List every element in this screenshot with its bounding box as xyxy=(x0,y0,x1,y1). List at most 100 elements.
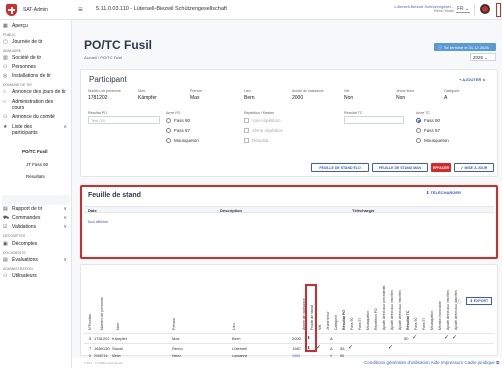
cell-annee: 1987 xyxy=(292,346,301,351)
th-resultat-po: Résultat PO xyxy=(342,310,346,330)
th-repetition-po: Répétition PO xyxy=(374,308,378,330)
sidebar-item-personnes[interactable]: ⚇ Personnes xyxy=(3,64,69,70)
sidebar-item-evaluations[interactable]: ▤ Évaluations ∨ xyxy=(3,257,69,263)
radio-po-fass57[interactable]: Fass 57 xyxy=(166,128,190,133)
cell-annee: 2000 xyxy=(292,336,301,341)
check-icon: ✓ xyxy=(412,335,418,341)
th-po-mousqueton: Mousqueton xyxy=(366,310,370,330)
col-telecharger: Télécharger xyxy=(352,208,375,213)
th-po-fass90: Fass 90 xyxy=(350,317,354,330)
participant-title: Participant xyxy=(89,75,127,84)
radio-po-mousqueton[interactable]: Mousqueton xyxy=(166,138,199,143)
avatar[interactable] xyxy=(480,4,490,14)
sidebar-section-admin: ADMINISTRATION xyxy=(3,267,33,271)
radio-tc-mousqueton[interactable]: Mousqueton xyxy=(416,138,449,143)
cell-categorie: A xyxy=(330,346,333,351)
sidebar-item-commandes[interactable]: ⛟ Commandes ∨ xyxy=(3,215,69,222)
sidebar-item-validations[interactable]: ☑ Validations ∨ xyxy=(3,224,69,230)
people-icon: ⚇ xyxy=(3,273,8,279)
label-categorie: Catégorie xyxy=(444,89,460,93)
feuille-stand-man-button[interactable]: FEUILLE DE STAND MAN xyxy=(372,163,428,172)
sidebar-subitem-jt-fass[interactable]: JT Fass 90 xyxy=(26,162,48,167)
document-icon: ▤ xyxy=(3,257,8,263)
th-jeune: Jeune tireur xyxy=(326,311,330,330)
invoice-icon: ▣ xyxy=(3,241,8,247)
sidebar-item-utilisateurs[interactable]: ⚇ Utilisateurs xyxy=(3,273,69,279)
sidebar-item-decomptes[interactable]: ▣ Décomptes xyxy=(3,241,69,247)
footer-links[interactable]: Conditions générales d'utilisation Aide … xyxy=(364,360,499,365)
sidebar-item-apercu[interactable]: ▦ Aperçu xyxy=(3,23,69,29)
check-icon: ✓ xyxy=(444,335,450,341)
checkbox-voie-repetition[interactable]: Voie répétition xyxy=(244,118,281,123)
user-context[interactable]: Lütersell-Biezwil Schützengesel... Remo S… xyxy=(382,4,454,14)
context-breadcrumb: 5.11.0.03.110 - Lütersell-Biezwil Schütz… xyxy=(96,6,227,12)
cell-prenom: Heinz xyxy=(172,354,181,358)
radio-tc-fass90[interactable]: Fass 90 xyxy=(416,118,440,123)
add-participant-button[interactable]: + AJOUTER ∧ xyxy=(459,77,485,82)
sidebar-section-annuaire: ANNUAIRE xyxy=(3,49,22,53)
highlight-column-frame xyxy=(305,284,317,352)
sidebar: ▦ Aperçu PUBLIC ▢ Journée de tir ANNUAIRE … xyxy=(0,20,72,368)
circle-icon: ○ xyxy=(3,99,7,105)
menu-icon[interactable]: ≡ xyxy=(78,5,83,14)
th-position: N°Position xyxy=(88,313,92,330)
app-title: SAT-Admin xyxy=(23,7,48,13)
radio-tc-fass57[interactable]: Fass 57 xyxy=(416,128,440,133)
sidebar-subitem-resultats[interactable]: Résultats xyxy=(26,174,45,179)
divider xyxy=(474,4,475,16)
th-lieu: Lieu xyxy=(232,323,236,330)
label-arme-tc: Arme TC xyxy=(416,111,430,115)
value-prenom: Max xyxy=(190,95,200,101)
label-annee: Année de naissance xyxy=(292,89,324,93)
resultat-po-input[interactable]: Test 0/0 xyxy=(88,116,160,124)
check-square-icon: ☑ xyxy=(3,224,8,230)
sidebar-item-annonce-comite[interactable]: ⚇ Annonce du comité xyxy=(3,114,69,120)
download-button[interactable]: ⬇ TÉLÉCHARGER xyxy=(426,190,461,195)
cell-lieu: Lausanne xyxy=(232,354,248,358)
effacer-button[interactable]: EFFACER xyxy=(431,163,451,172)
cell-prenom: Remo xyxy=(172,346,183,351)
checkbox-resultat[interactable]: Résultat xyxy=(244,138,269,143)
sidebar-item-admin-cours[interactable]: ○ Administration des cours xyxy=(3,99,69,111)
show-all-link[interactable]: Tout afficher xyxy=(87,219,109,224)
th-tc-fass90: Fass 90 xyxy=(414,317,418,330)
sidebar-item-journal[interactable]: ▢ Journée de tir xyxy=(3,39,69,45)
cell-annee: 1993 xyxy=(292,354,300,358)
version-text: 7.26.1 · © 2026 Lorem ipsum xyxy=(84,361,123,365)
sidebar-item-annonce-jours[interactable]: ○ Annonce des jours de tir xyxy=(3,89,69,95)
value-nom: Kämpfer xyxy=(138,95,157,101)
sidebar-item-liste-participants[interactable]: ★ Liste des participants ∧ xyxy=(3,124,69,136)
th-ajoute-5: Ajouté direct aux inscrites xyxy=(454,290,458,330)
export-button[interactable]: ⬇ EXPORT xyxy=(466,297,492,305)
value-jeune: Non xyxy=(396,95,406,101)
value-vet: Non xyxy=(344,95,354,101)
table-row[interactable] xyxy=(84,343,494,353)
year-select[interactable]: 2026 ⌄ xyxy=(470,53,496,61)
resultat-tc-input[interactable] xyxy=(344,116,404,124)
chevron-down-icon: ∨ xyxy=(63,224,67,230)
sidebar-item-installations[interactable]: ◎ Installations de tir xyxy=(3,73,69,79)
info-icon: ⓘ xyxy=(438,45,442,50)
target-icon: ◎ xyxy=(3,73,8,79)
check-icon: ✓ xyxy=(388,345,394,351)
th-nom: Nom xyxy=(116,322,120,330)
check-icon: ✓ xyxy=(348,345,354,351)
value-lieu: Bern xyxy=(244,95,255,101)
cell-categorie: V xyxy=(330,354,333,358)
sidebar-section-domaine: DOMAINE DE TIR xyxy=(3,83,32,87)
value-annee: 2000 xyxy=(292,95,304,101)
update-button[interactable]: ✓ MISE À JOUR xyxy=(454,163,494,172)
checkbox-2eme-repetition[interactable]: 2ème répétition xyxy=(244,128,283,133)
radio-po-fass90[interactable]: Fass 90 xyxy=(166,118,190,123)
table-row[interactable] xyxy=(84,333,494,343)
people-icon: ⚇ xyxy=(3,114,8,120)
sidebar-item-rapport[interactable]: ▤ Rapport de tir ∨ xyxy=(3,206,69,212)
feuille-stand-card: Feuille de stand xyxy=(80,185,498,259)
sidebar-section-documents: DOCUMENTS xyxy=(3,251,26,255)
sidebar-subitem-pc-fusil[interactable]: PO/TC Fusil xyxy=(22,149,48,154)
feuille-stand-elo-button[interactable]: FEUILLE DE STAND ÉLO xyxy=(311,163,369,172)
language-select[interactable]: FR ⌄ xyxy=(456,6,471,13)
chevron-down-icon: ∨ xyxy=(63,206,67,212)
cell-categorie: A xyxy=(330,336,333,341)
sidebar-item-societe[interactable]: ▥ Société de tir xyxy=(3,55,69,61)
